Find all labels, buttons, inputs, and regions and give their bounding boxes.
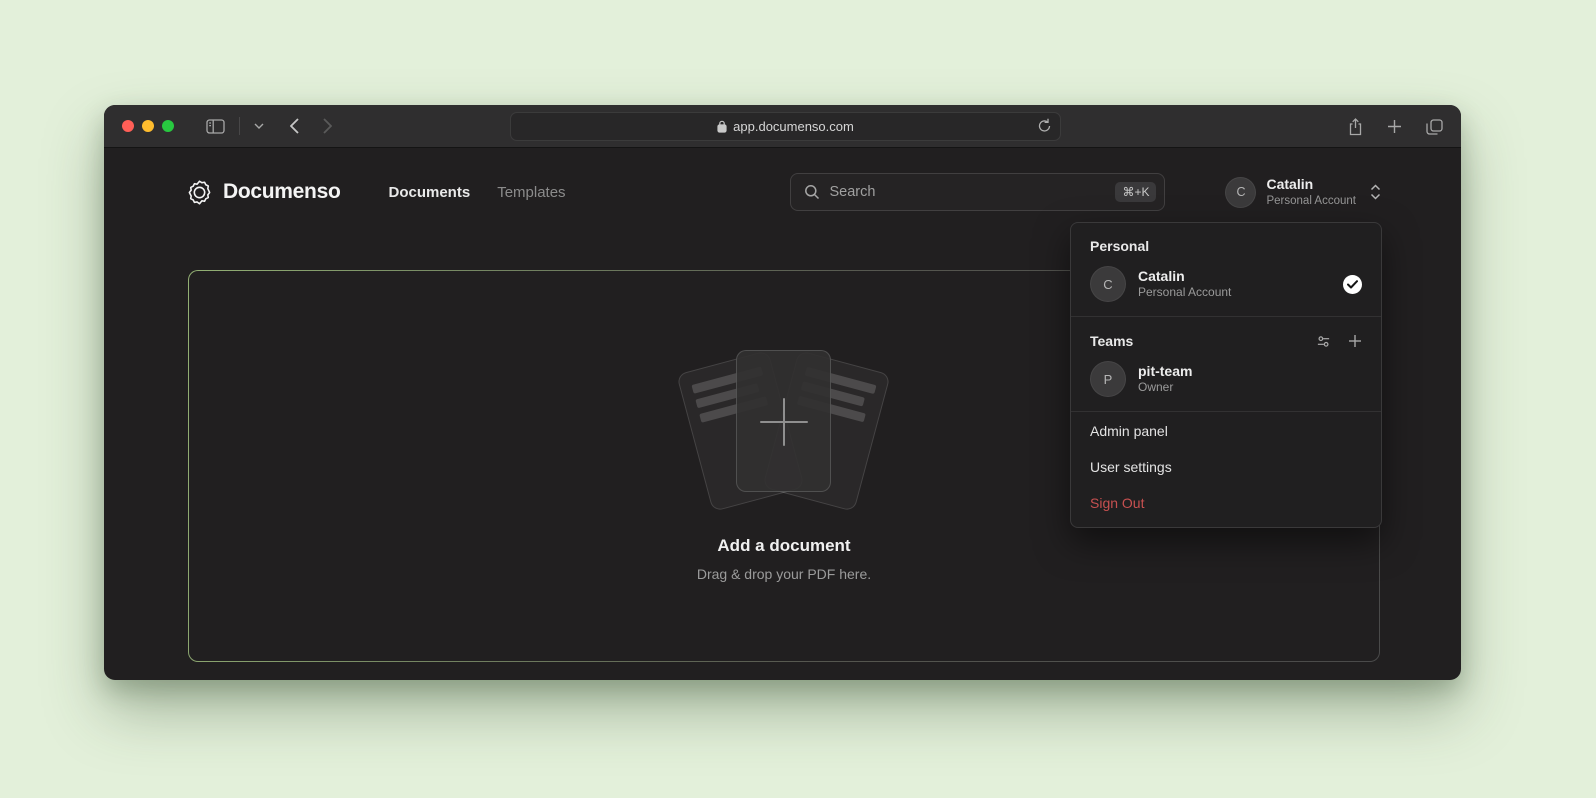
address-bar[interactable]: app.documenso.com [510,112,1061,141]
teams-section-label: Teams [1071,318,1381,356]
selected-check-icon [1343,275,1362,294]
avatar: P [1090,361,1126,397]
account-dropdown-menu: Personal C Catalin Personal Account Team… [1070,222,1382,528]
menu-divider [1071,411,1381,412]
search-shortcut-badge: ⌘+K [1115,182,1156,202]
personal-account-item[interactable]: C Catalin Personal Account [1071,261,1381,315]
sliders-icon [1316,334,1331,349]
close-window-button[interactable] [122,120,134,132]
menu-divider [1071,316,1381,317]
chevron-right-icon [323,118,332,134]
account-name: Catalin [1138,267,1331,285]
sidebar-toggle-button[interactable] [206,119,225,134]
sidebar-icon [206,119,225,134]
minimize-window-button[interactable] [142,120,154,132]
brand-name: Documenso [223,180,341,204]
reload-button[interactable] [1038,118,1051,133]
url-text: app.documenso.com [733,119,854,134]
tab-overview-button[interactable] [1426,119,1443,135]
avatar: C [1225,177,1256,208]
dropzone-subtitle: Drag & drop your PDF here. [697,566,871,582]
search-icon [804,184,820,200]
browser-window: app.documenso.com [104,105,1461,680]
tabs-icon [1426,119,1443,135]
account-subtitle: Personal Account [1266,194,1356,208]
share-button[interactable] [1348,118,1363,136]
chevron-left-icon [290,118,299,134]
browser-toolbar: app.documenso.com [104,105,1461,148]
menu-item-sign-out[interactable]: Sign Out [1071,485,1381,521]
share-icon [1348,118,1363,136]
forward-button[interactable] [323,118,332,134]
nav-documents[interactable]: Documents [389,184,471,201]
main-nav: Documents Templates [389,184,566,201]
manage-teams-button[interactable] [1316,334,1331,349]
avatar: C [1090,266,1126,302]
account-menu-trigger[interactable]: C Catalin Personal Account [1225,176,1381,208]
brand-logo-link[interactable]: Documenso [186,179,341,206]
search-box[interactable]: ⌘+K [790,173,1165,211]
plus-icon [737,351,830,491]
account-subtitle: Personal Account [1138,285,1331,301]
window-controls [122,120,174,132]
stacked-documents-icon [677,350,891,508]
plus-icon [1348,334,1362,348]
chevrons-up-down-icon [1370,184,1381,200]
menu-item-admin-panel[interactable]: Admin panel [1071,413,1381,449]
nav-templates[interactable]: Templates [497,184,565,201]
back-button[interactable] [290,118,299,134]
personal-section-label: Personal [1071,223,1381,261]
team-role: Owner [1138,380,1362,396]
plus-icon [1387,119,1402,134]
zoom-window-button[interactable] [162,120,174,132]
dropzone-title: Add a document [717,536,850,556]
team-item-pit-team[interactable]: P pit-team Owner [1071,356,1381,410]
chevron-down-icon [254,123,264,129]
new-tab-button[interactable] [1387,119,1402,134]
search-input[interactable] [829,184,1106,200]
create-team-button[interactable] [1348,334,1362,349]
sidebar-dropdown-button[interactable] [254,123,264,129]
document-card-center [736,350,831,492]
account-name: Catalin [1266,176,1356,194]
team-name: pit-team [1138,362,1362,380]
menu-item-user-settings[interactable]: User settings [1071,449,1381,485]
toolbar-divider [239,117,240,135]
lock-icon [717,120,727,133]
documenso-logo-icon [186,179,213,206]
